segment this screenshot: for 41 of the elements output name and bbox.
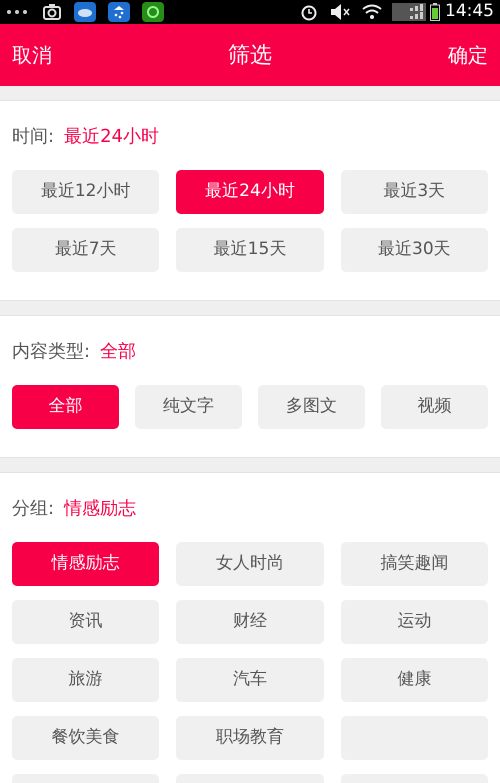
filter-option[interactable]: 最近12小时 — [12, 170, 160, 214]
section-label: 内容类型: — [12, 340, 90, 364]
section-value: 全部 — [100, 340, 136, 364]
wifi-icon — [362, 4, 382, 20]
filter-option[interactable]: 财经 — [176, 600, 324, 644]
filter-option[interactable]: 职场教育 — [176, 716, 324, 760]
page-title: 筛选 — [228, 42, 272, 70]
filter-option[interactable]: 搞笑趣闻 — [340, 542, 488, 586]
weather-rain-icon — [108, 2, 130, 22]
filter-option[interactable]: 最近24小时 — [176, 170, 324, 214]
filter-option[interactable]: 纯文字 — [135, 385, 242, 429]
filter-option[interactable]: 健康 — [340, 658, 488, 702]
filter-option[interactable]: 旅游 — [12, 658, 160, 702]
cancel-button[interactable]: 取消 — [12, 40, 52, 70]
status-time: 14:45 — [445, 0, 494, 24]
filter-option[interactable]: 女人时尚 — [176, 542, 324, 586]
filter-option[interactable]: 餐饮美食 — [12, 716, 160, 760]
filter-option[interactable]: 最近3天 — [340, 170, 488, 214]
section-value: 最近24小时 — [64, 125, 159, 149]
filter-option[interactable]: 多图文 — [258, 385, 365, 429]
alarm-icon — [300, 3, 318, 21]
filter-option[interactable]: 最近30天 — [340, 228, 488, 272]
filter-option[interactable]: 情感励志 — [12, 542, 160, 586]
section-label: 时间: — [12, 125, 54, 149]
section-value: 情感励志 — [64, 497, 136, 521]
mute-icon — [330, 4, 352, 20]
filter-option[interactable]: 汽车 — [176, 658, 324, 702]
filter-option[interactable]: 视频 — [381, 385, 488, 429]
section-label: 分组: — [12, 497, 54, 521]
filter-option[interactable]: 最近15天 — [176, 228, 324, 272]
filter-option[interactable]: 运动 — [340, 600, 488, 644]
filter-option[interactable]: 资讯 — [12, 600, 160, 644]
confirm-button[interactable]: 确定 — [448, 40, 488, 70]
camera-icon — [42, 3, 62, 21]
weather-cloud-icon — [74, 2, 96, 22]
battery-icon — [430, 3, 440, 21]
filter-option[interactable]: 最近7天 — [12, 228, 160, 272]
app-icon — [142, 2, 164, 22]
more-icon — [6, 9, 28, 15]
filter-option[interactable]: 全部 — [12, 385, 119, 429]
signal-icon — [392, 3, 426, 21]
